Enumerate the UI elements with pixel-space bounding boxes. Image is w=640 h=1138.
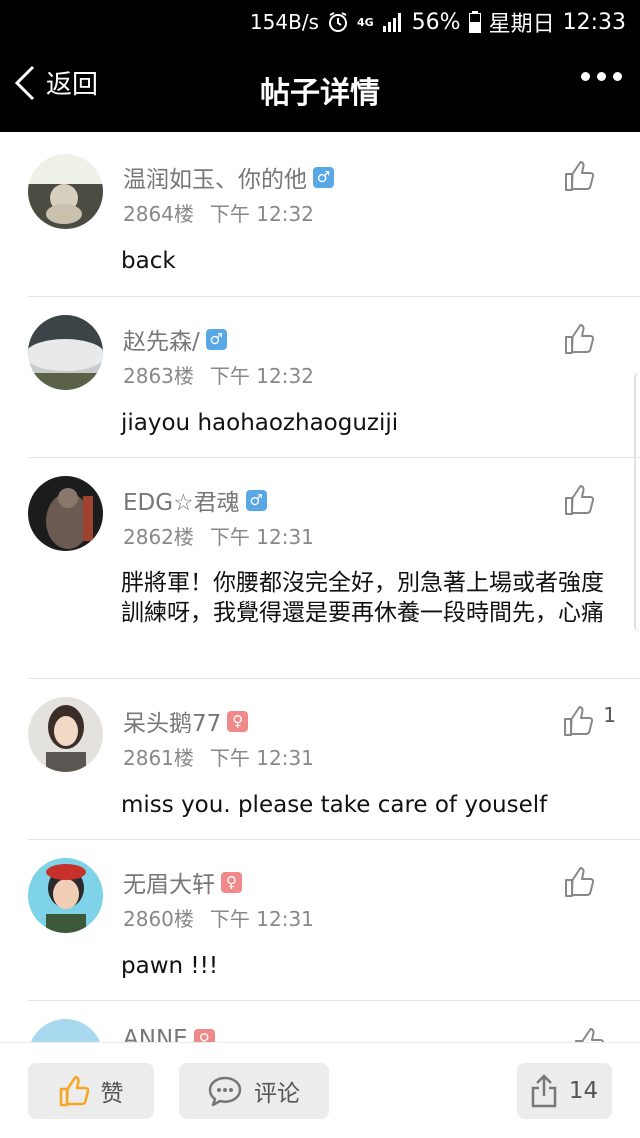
- user-name[interactable]: 温润如玉、你的他: [123, 160, 307, 194]
- avatar[interactable]: [28, 858, 103, 933]
- post-time: 下午 12:31: [209, 525, 314, 549]
- like-post-button[interactable]: 赞: [28, 1063, 154, 1119]
- like-label: 赞: [100, 1081, 124, 1107]
- floor-number: 2860楼: [123, 907, 194, 931]
- post-time: 下午 12:31: [209, 746, 314, 770]
- bottom-action-bar: 赞 评论 14: [0, 1042, 640, 1138]
- alarm-icon: [327, 11, 349, 33]
- avatar[interactable]: [28, 154, 103, 229]
- thumbs-up-icon: [565, 485, 594, 515]
- post-time: 下午 12:31: [209, 907, 314, 931]
- network-speed: 154B/s: [249, 10, 319, 34]
- avatar[interactable]: [28, 315, 103, 390]
- comment-text: pawn !!!: [121, 953, 219, 979]
- back-label: 返回: [46, 70, 99, 100]
- thumbs-up-icon: [565, 867, 594, 897]
- chat-bubble-icon: [208, 1076, 242, 1107]
- like-count: 1: [603, 703, 616, 727]
- floor-number: 2863楼: [123, 364, 194, 388]
- comment-item: 呆头鹅77 ♀ 2861楼 下午 12:31 miss you. please …: [28, 679, 640, 840]
- avatar[interactable]: [28, 697, 103, 772]
- thumbs-up-icon: [564, 706, 594, 736]
- like-button[interactable]: [564, 160, 604, 192]
- comment-button[interactable]: 评论: [179, 1063, 329, 1119]
- status-bar: 154B/s 4G 56% 星期日 12:33: [0, 0, 640, 44]
- thumbs-up-icon: [575, 1028, 604, 1042]
- floor-number: 2862楼: [123, 525, 194, 549]
- comment-item: 无眉大轩 ♀ 2860楼 下午 12:31 pawn !!!: [28, 840, 640, 1001]
- avatar[interactable]: [28, 476, 103, 551]
- female-icon: ♀: [227, 710, 249, 732]
- female-icon: ♀: [193, 1028, 215, 1042]
- clock: 12:33: [562, 9, 626, 35]
- like-button[interactable]: [564, 484, 604, 516]
- battery-percent: 56%: [411, 9, 461, 35]
- like-button[interactable]: [564, 323, 604, 355]
- user-name[interactable]: 呆头鹅77: [123, 704, 221, 738]
- share-count: 14: [568, 1078, 599, 1104]
- comment-item: 温润如玉、你的他 ♂ 2864楼 下午 12:32 back: [28, 132, 640, 297]
- like-button[interactable]: 1: [563, 703, 616, 737]
- nav-bar: 返回 帖子详情: [0, 44, 640, 132]
- thumbs-up-icon: [59, 1075, 89, 1107]
- user-name[interactable]: 无眉大轩: [123, 865, 215, 899]
- battery-icon: [468, 11, 481, 33]
- male-icon: ♂: [313, 166, 334, 188]
- user-name[interactable]: ANNE: [123, 1026, 188, 1042]
- thumbs-up-icon: [565, 324, 594, 354]
- comment-list[interactable]: 温润如玉、你的他 ♂ 2864楼 下午 12:32 back 赵先森/ ♂ 28…: [0, 132, 640, 1042]
- comment-label: 评论: [254, 1081, 300, 1107]
- comment-text: 胖將軍！你腰都沒完全好，別急著上場或者強度訓練呀，我覺得還是要再休養一段時間先，…: [121, 570, 604, 626]
- avatar[interactable]: [28, 1019, 103, 1042]
- male-icon: ♂: [245, 489, 267, 511]
- post-time: 下午 12:32: [209, 364, 314, 388]
- comment-item: EDG☆君魂 ♂ 2862楼 下午 12:31 胖將軍！你腰都沒完全好，別急著上…: [28, 458, 640, 679]
- share-button[interactable]: 14: [517, 1063, 612, 1119]
- comment-item: 赵先森/ ♂ 2863楼 下午 12:32 jiayou haohaozhaog…: [28, 297, 640, 458]
- user-name[interactable]: 赵先森/: [123, 322, 200, 356]
- male-icon: ♂: [205, 328, 227, 350]
- signal-icon: [382, 12, 404, 32]
- floor-number: 2864楼: [123, 202, 194, 226]
- more-icon[interactable]: [581, 72, 622, 81]
- user-name[interactable]: EDG☆君魂: [123, 483, 240, 517]
- comment-text: jiayou haohaozhaoguziji: [121, 410, 399, 436]
- share-icon: [531, 1074, 557, 1108]
- comment-item: ANNE ♀: [28, 1001, 640, 1042]
- chevron-left-icon: [14, 65, 35, 100]
- female-icon: ♀: [221, 871, 242, 893]
- thumbs-up-icon: [565, 161, 594, 191]
- network-4g-icon: 4G: [356, 15, 374, 29]
- like-button[interactable]: [564, 866, 604, 898]
- floor-number: 2861楼: [123, 746, 194, 770]
- comment-text: miss you. please take care of youself: [121, 792, 548, 818]
- comment-text: back: [121, 248, 176, 274]
- back-button[interactable]: 返回: [14, 64, 98, 101]
- like-button[interactable]: [574, 1027, 604, 1042]
- weekday: 星期日: [488, 12, 555, 37]
- post-time: 下午 12:32: [209, 202, 314, 226]
